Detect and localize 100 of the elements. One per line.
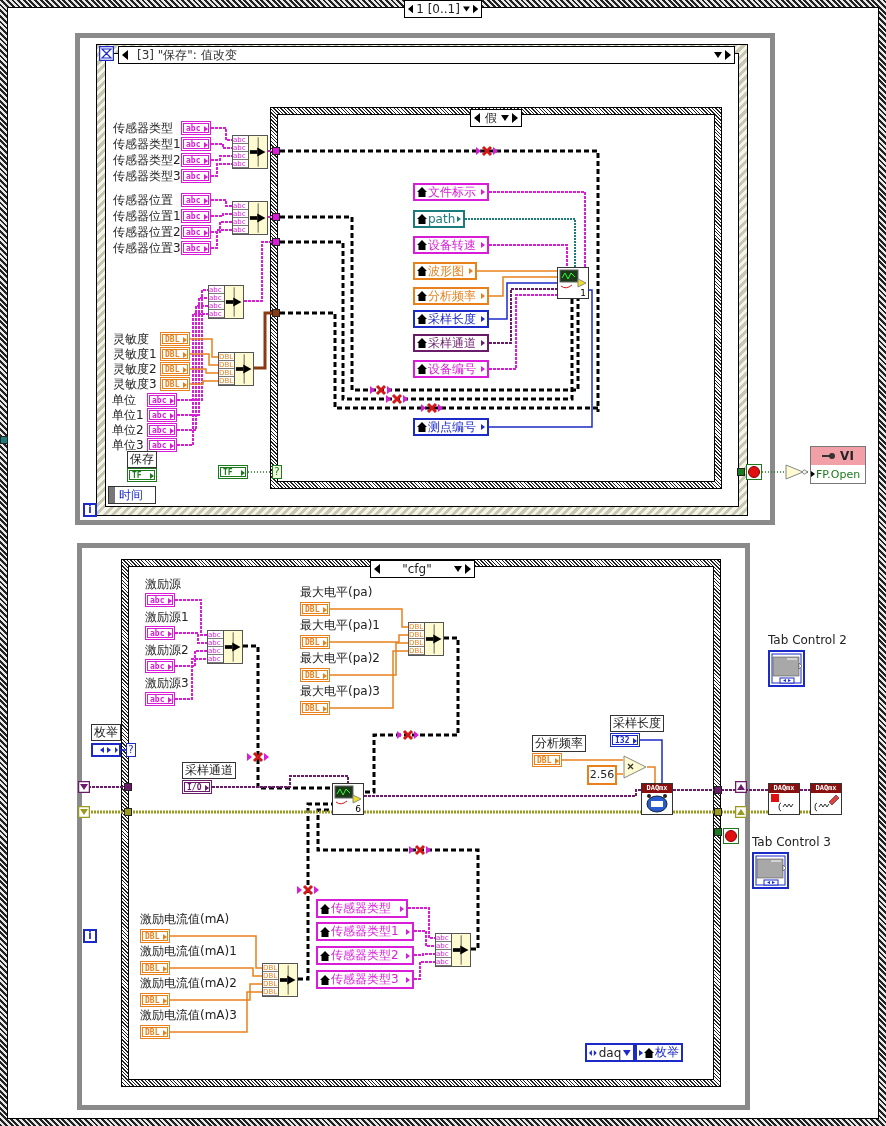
broken-wire-icon [476,145,498,157]
house-icon [417,291,427,301]
right-arrow-icon[interactable] [512,113,518,123]
control-label: 单位1 [112,408,144,422]
control-label: 激励电流值(mA)1 [140,944,237,958]
event-selector[interactable]: [3] "保存": 值改变 [118,46,735,64]
numeric-terminal: DBL [140,929,170,943]
boolean-terminal: TF [218,465,248,479]
tunnel [272,238,280,246]
local-variable: 传感器类型2 [316,946,414,965]
left-arrow-icon[interactable] [122,50,128,60]
wire [413,961,436,980]
left-arrow-icon[interactable] [374,564,380,574]
broken-wire-icon [370,384,392,396]
right-arrow-icon[interactable] [725,50,731,60]
subvi-node: 6 [332,783,364,815]
not-gate-icon [785,464,807,480]
boolean-terminal: TF [127,468,157,482]
broken-wire-icon [247,751,269,763]
right-arrow-icon[interactable] [465,564,471,574]
control-label: 最大电平(pa) [300,585,373,599]
control-label: 激励电流值(mA) [140,912,230,926]
class-name: VI [840,449,854,463]
hourglass-icon [99,46,114,61]
control-label: 最大电平(pa)3 [300,684,380,698]
caret-icon[interactable] [454,566,462,572]
numeric-terminal: DBL [160,332,190,346]
arrow-icon [224,286,243,318]
tunnel [272,213,280,221]
wire [210,199,233,207]
shift-register [78,781,90,793]
wire [210,143,233,149]
arrow-icon [223,631,242,663]
shift-register [735,806,747,818]
caret-icon[interactable] [714,52,722,58]
wire [210,213,233,217]
string-terminal: abc [147,408,177,422]
numeric-terminal: DBL [532,753,562,767]
wire [87,786,125,788]
house-icon [320,974,330,985]
control-label: 灵敏度1 [113,347,157,361]
selector-tunnel: ? [272,465,282,479]
local-variable: 采样通道 [413,334,489,352]
control-label: 激励电流值(mA)3 [140,1008,237,1022]
string-terminal: abc [145,593,175,607]
arrow-icon [278,964,297,996]
house-icon [417,422,427,432]
broken-wire-icon [386,393,408,405]
control-label: 单位 [112,393,136,407]
control-label: 枚举 [91,724,121,741]
house-icon [417,266,427,276]
numeric-constant: 2.56 [587,765,617,785]
caret-icon [623,1049,631,1056]
tunnel [0,436,8,444]
tunnel [737,468,745,476]
string-terminal: abc [181,137,211,151]
right-arrow-icon[interactable] [472,4,478,14]
caret-icon[interactable] [501,115,509,121]
numeric-terminal: DBL [160,377,190,391]
house-icon [417,187,427,197]
local-variable: 传感器类型1 [316,922,414,941]
string-terminal: abc [181,153,211,167]
wire [120,749,127,751]
numeric-terminal: DBL [160,362,190,376]
wire [806,471,811,473]
left-arrow-icon[interactable] [408,4,414,14]
numeric-terminal: DBL [300,635,330,649]
house-icon [320,950,330,961]
frame-selector[interactable]: 1 [0..1] [404,0,482,18]
enum-terminal [91,743,121,757]
control-label: 激励电流值(mA)2 [140,976,237,990]
wire [561,759,624,761]
control-label: 采样长度 [610,715,664,732]
string-terminal: abc [181,241,211,255]
wire [413,953,436,956]
house-icon [417,214,427,224]
arrow-icon [248,136,267,168]
broken-wire-icon [409,844,431,856]
string-terminal: abc [181,209,211,223]
caret-icon[interactable] [462,6,470,12]
arrows-icon [589,1048,597,1057]
control-label: 最大电平(pa)1 [300,618,380,632]
string-terminal: abc [147,393,177,407]
control-label: 传感器类型 [113,121,173,135]
wire [799,789,811,791]
reference-icon [822,452,837,460]
tunnel [124,783,132,791]
case-selector[interactable]: 假 [470,109,522,127]
wire [254,311,272,370]
string-terminal: abc [147,423,177,437]
string-terminal: abc [145,692,175,706]
tunnel [714,828,722,836]
arrow-icon [424,623,443,655]
iteration-terminal: i [83,929,97,943]
case-selector[interactable]: "cfg" [370,560,475,578]
local-variable: 设备转速 [413,236,489,254]
tab-control-icon [752,852,789,889]
control-label: 分析频率 [532,735,586,752]
local-variable: 文件标示 [413,183,489,201]
left-arrow-icon[interactable] [474,113,480,123]
